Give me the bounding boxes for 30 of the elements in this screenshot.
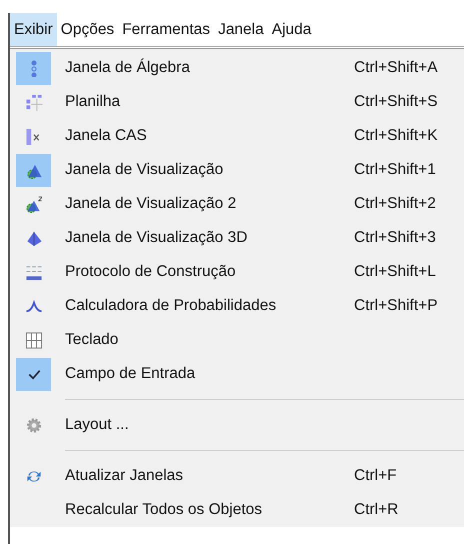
shortcut-label: Ctrl+Shift+1 xyxy=(354,160,437,180)
menu-item-label: Teclado xyxy=(65,330,118,350)
menu-item-label: Janela CAS xyxy=(65,126,147,146)
menu-tab[interactable]: Ajuda xyxy=(268,13,316,46)
menu-tab[interactable]: Exibir xyxy=(10,13,57,46)
shortcut-label: Ctrl+Shift+3 xyxy=(354,228,437,248)
menu-item-label: Recalcular Todos os Objetos xyxy=(65,500,262,520)
shortcut-label: Ctrl+Shift+S xyxy=(354,92,439,112)
shortcut-label: Ctrl+Shift+K xyxy=(354,126,439,146)
shortcut-label: Ctrl+Shift+2 xyxy=(354,194,437,214)
shortcut-label: Ctrl+Shift+P xyxy=(354,296,439,316)
menu-item-label: Janela de Visualização 3D xyxy=(65,228,248,248)
shortcut-label: Ctrl+Shift+L xyxy=(354,262,437,282)
dots-icon xyxy=(30,60,36,76)
menu-item-label: Janela de Álgebra xyxy=(65,58,190,78)
menu-item-label: Janela de Visualização xyxy=(65,160,224,180)
menu-item-label: Campo de Entrada xyxy=(65,364,196,384)
menu-tab[interactable]: Opções xyxy=(56,13,118,46)
menu-tab[interactable]: Janela xyxy=(214,13,268,46)
menu-item-label: Atualizar Janelas xyxy=(65,466,184,486)
menu-item-label: Layout ... xyxy=(65,415,129,436)
shortcut-label: Ctrl+F xyxy=(354,466,398,486)
menu-item-label: Protocolo de Construção xyxy=(65,262,236,282)
shortcut-label: Ctrl+R xyxy=(354,500,400,520)
menu-item-label: Calculadora de Probabilidades xyxy=(65,296,276,316)
shortcut-label: Ctrl+Shift+A xyxy=(354,58,439,78)
menu-item-label: Planilha xyxy=(65,92,120,112)
gear-icon xyxy=(24,416,42,434)
menu-item-label: Janela de Visualização 2 xyxy=(65,194,236,214)
menu-tab[interactable]: Ferramentas xyxy=(118,13,214,46)
